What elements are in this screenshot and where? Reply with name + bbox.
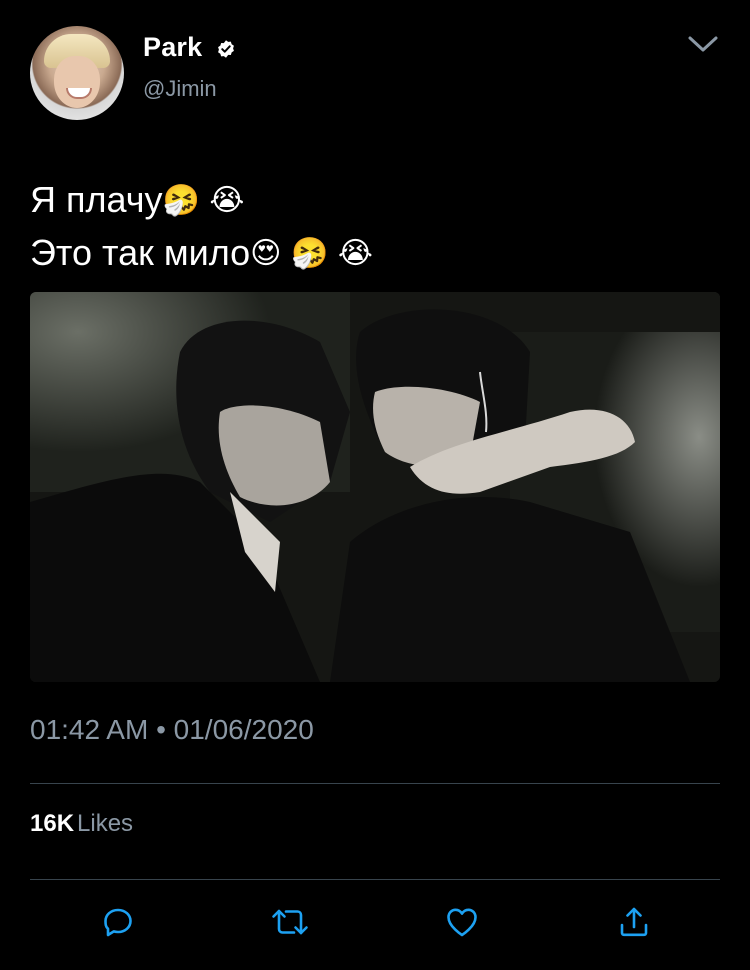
share-button[interactable] [612, 900, 656, 944]
tweet-photo[interactable] [30, 292, 720, 682]
likes-count: 16K [30, 810, 75, 837]
tweet-timestamp: 01:42 AM • 01/06/2020 [30, 714, 314, 745]
chevron-down-icon[interactable] [686, 32, 720, 56]
verified-badge-icon [218, 40, 234, 58]
divider-top [30, 783, 720, 784]
likes-stat[interactable]: 16K Likes [30, 810, 133, 838]
username[interactable]: @Jimin [143, 76, 217, 102]
tweet-header: Park @Jimin [30, 26, 720, 122]
reply-button[interactable] [96, 900, 140, 944]
avatar-face [54, 56, 100, 108]
likes-label: Likes [77, 810, 134, 837]
tweet-text-line-2-emojis: 😍 🤧 😭 [250, 236, 373, 271]
reply-icon [104, 908, 132, 937]
display-name[interactable]: Park [143, 32, 202, 63]
retweet-icon [272, 909, 308, 935]
tweet-text-line-1-emojis: 🤧 😭 [162, 183, 245, 218]
tweet-text-line-2-text: Это так мило [30, 232, 251, 273]
like-button[interactable] [440, 900, 484, 944]
divider-bottom [30, 879, 720, 880]
retweet-button[interactable] [268, 900, 312, 944]
tweet-text: Я плачу🤧 😭 Это так мило😍 🤧 😭 [30, 174, 720, 280]
tweet-actions [30, 900, 720, 944]
tweet-text-line-2: Это так мило😍 🤧 😭 [30, 227, 720, 280]
tweet-text-line-1-text: Я плачу [30, 179, 163, 220]
avatar[interactable] [30, 26, 124, 120]
tweet-text-line-1: Я плачу🤧 😭 [30, 174, 720, 227]
like-icon [447, 908, 477, 937]
share-icon [620, 907, 648, 937]
photo-illustration [30, 292, 720, 682]
